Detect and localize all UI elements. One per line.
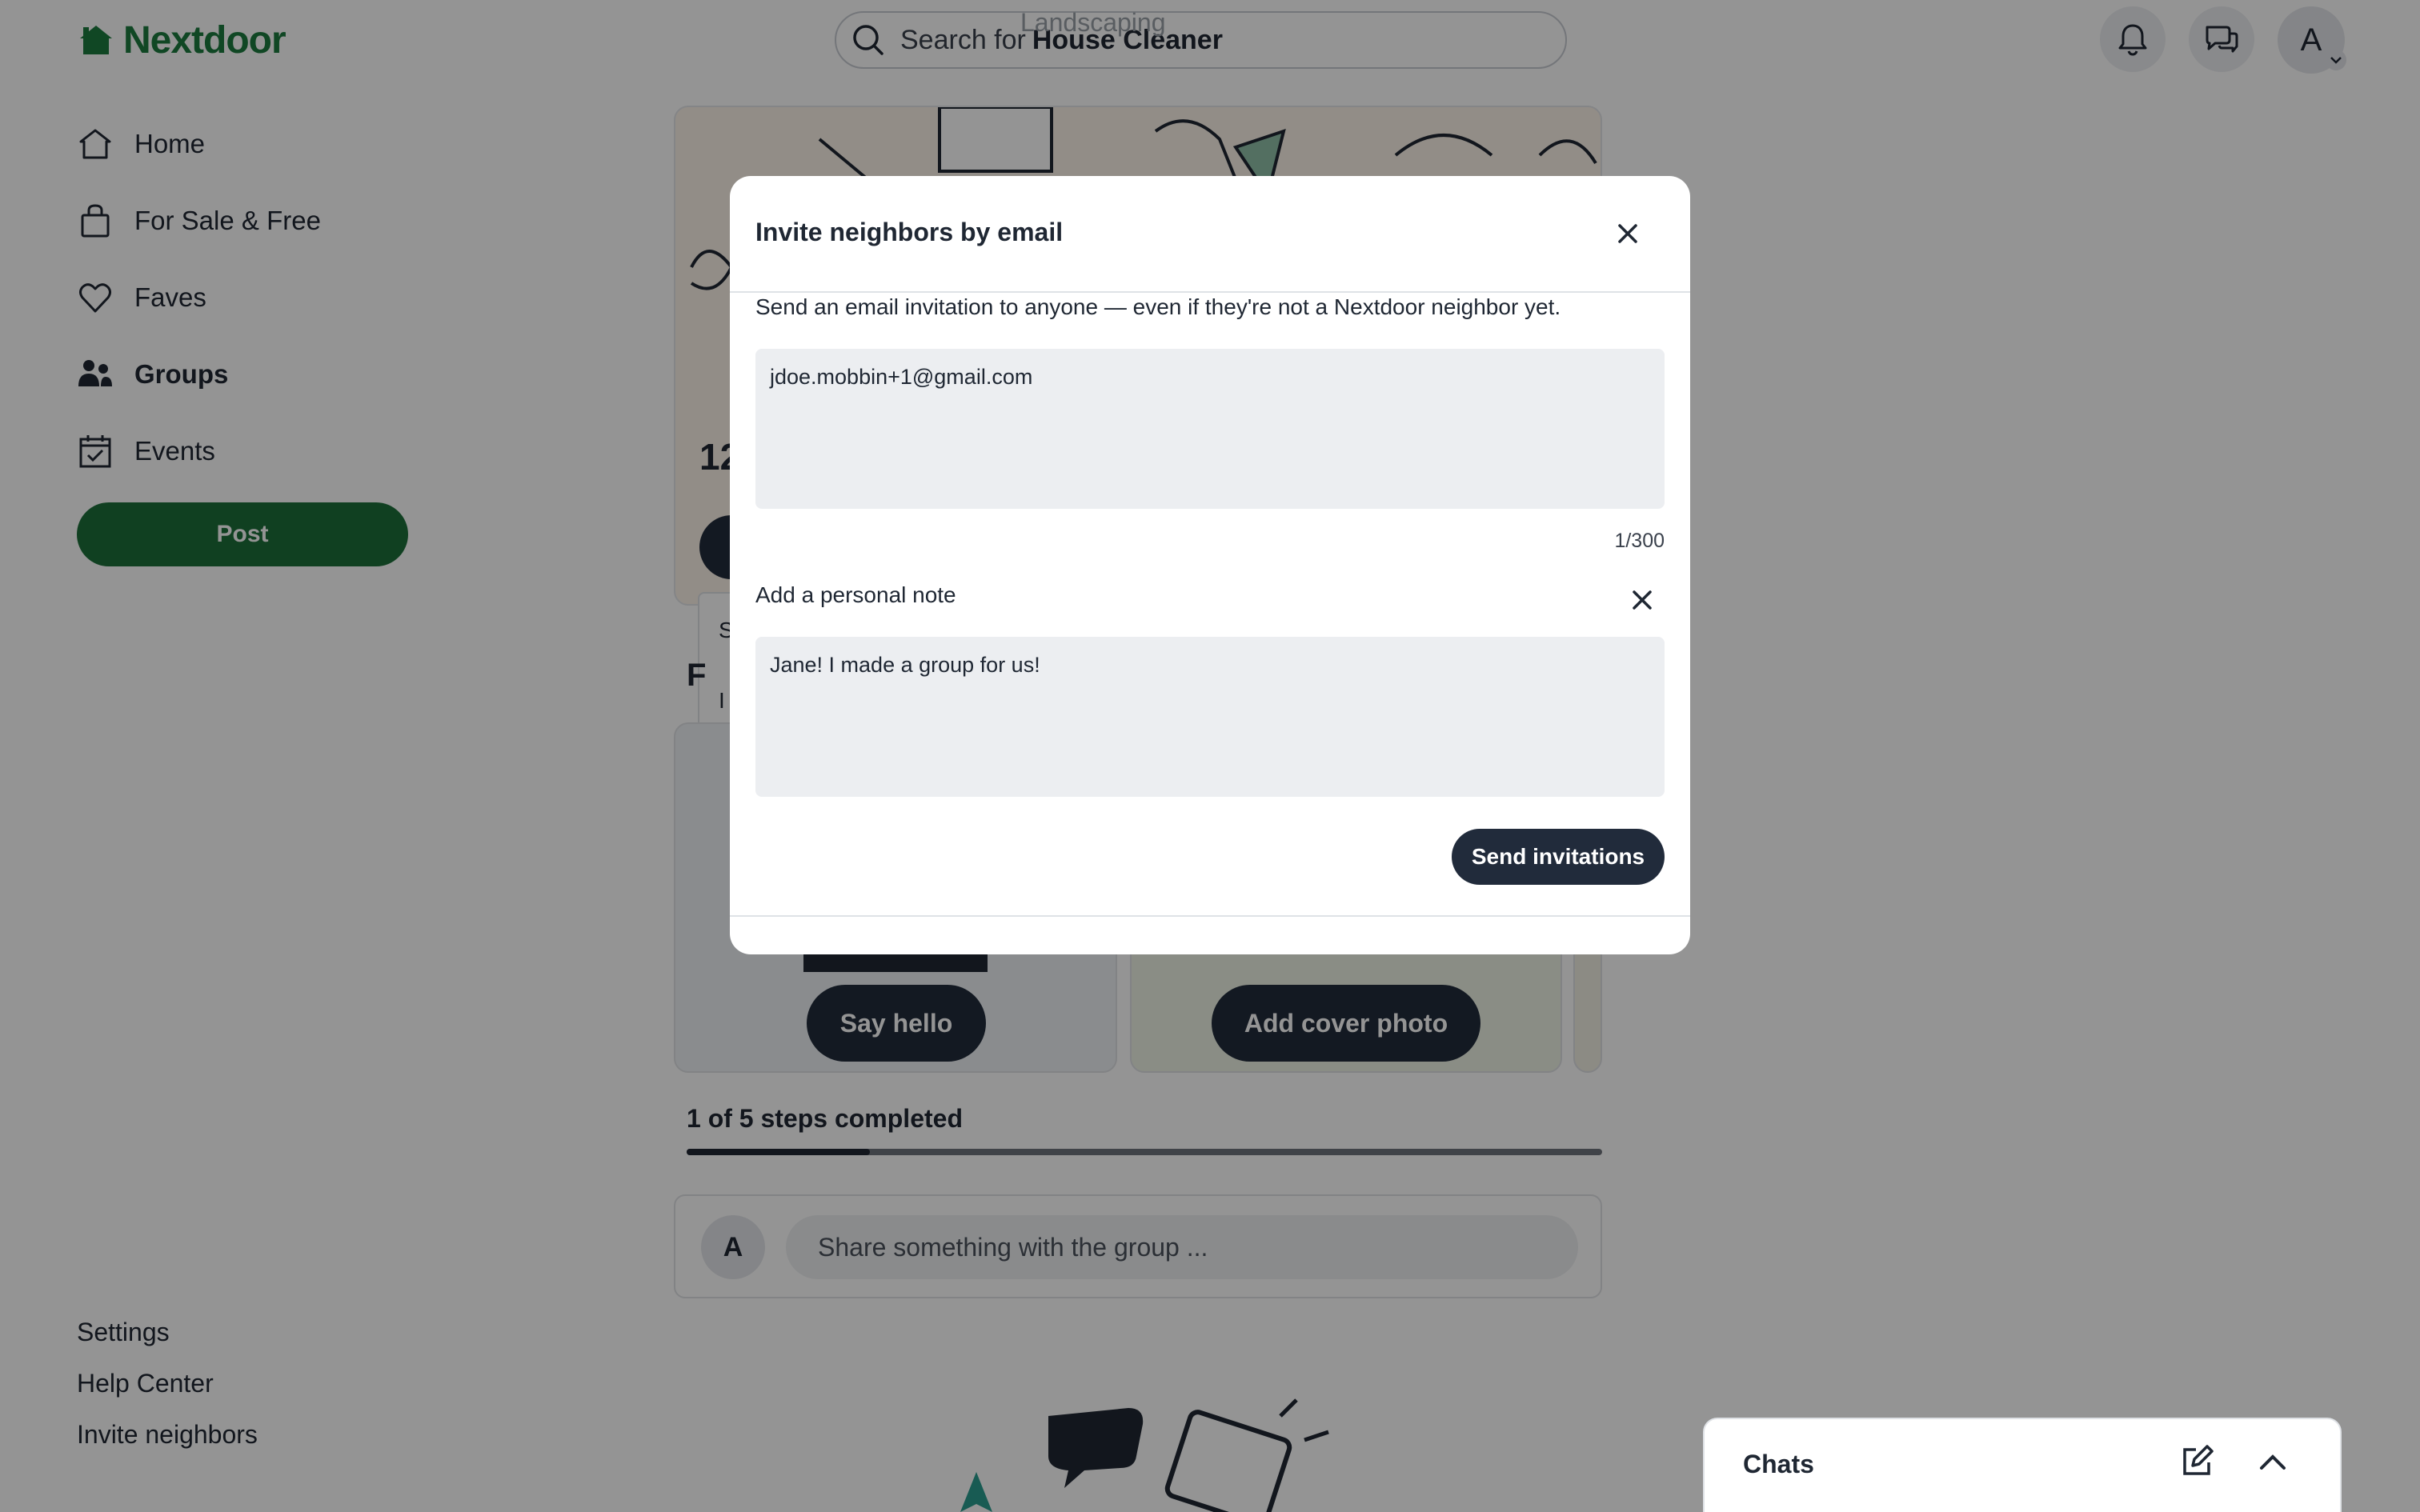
send-invitations-button[interactable]: Send invitations <box>1452 829 1665 885</box>
compose-message-button[interactable] <box>2178 1443 2218 1483</box>
modal-description: Send an email invitation to anyone — eve… <box>755 294 1561 319</box>
close-icon <box>1618 224 1637 243</box>
remove-note-button[interactable] <box>1626 584 1658 616</box>
divider <box>730 915 1690 917</box>
emails-textarea[interactable]: jdoe.mobbin+1@gmail.com <box>755 349 1665 509</box>
close-modal-button[interactable] <box>1610 216 1645 251</box>
modal-title: Invite neighbors by email <box>755 218 1064 246</box>
invite-email-modal: Invite neighbors by email Send an email … <box>730 176 1690 954</box>
personal-note-textarea[interactable]: Jane! I made a group for us! <box>755 637 1665 797</box>
chats-title: Chats <box>1743 1450 1814 1478</box>
close-icon <box>1633 590 1652 610</box>
collapse-chats-button[interactable] <box>2257 1446 2294 1483</box>
personal-note-label: Add a personal note <box>755 582 956 607</box>
compose-icon <box>2183 1445 2214 1475</box>
chats-panel[interactable]: Chats <box>1703 1418 2342 1512</box>
chevron-up-icon <box>2260 1454 2286 1470</box>
divider <box>730 291 1690 293</box>
character-counter: 1/300 <box>1614 530 1665 552</box>
